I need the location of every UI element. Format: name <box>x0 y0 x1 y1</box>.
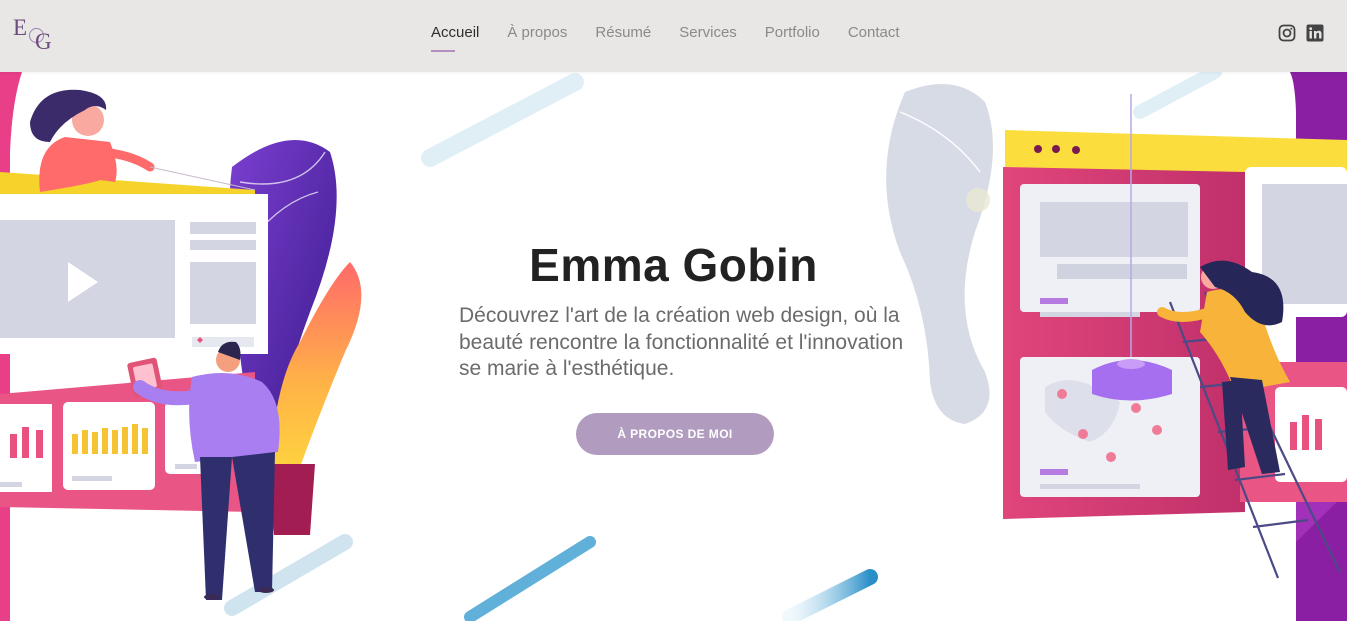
nav-item-a-propos[interactable]: À propos <box>507 24 567 54</box>
logo-letter-e: E <box>13 15 28 40</box>
site-header: E G Accueil À propos Résumé Services Por… <box>0 0 1347 72</box>
nav-item-portfolio[interactable]: Portfolio <box>765 24 820 54</box>
nav-item-contact[interactable]: Contact <box>848 24 900 54</box>
linkedin-icon[interactable] <box>1306 24 1324 42</box>
brand-logo[interactable]: E G <box>12 14 54 56</box>
hero-section: Emma Gobin Découvrez l'art de la créatio… <box>0 72 1347 621</box>
hero-subtitle: Découvrez l'art de la création web desig… <box>459 304 904 380</box>
social-links <box>1278 24 1324 42</box>
instagram-icon[interactable] <box>1278 24 1296 42</box>
about-me-button[interactable]: À PROPOS DE MOI <box>576 413 774 455</box>
main-nav: Accueil À propos Résumé Services Portfol… <box>431 24 928 54</box>
hero-title: Emma Gobin <box>529 239 818 291</box>
nav-item-resume[interactable]: Résumé <box>595 24 651 54</box>
hero-content: Emma Gobin Découvrez l'art de la créatio… <box>0 72 1347 621</box>
nav-item-services[interactable]: Services <box>679 24 737 54</box>
logo-letter-g: G <box>35 29 52 54</box>
nav-item-accueil[interactable]: Accueil <box>431 24 479 54</box>
